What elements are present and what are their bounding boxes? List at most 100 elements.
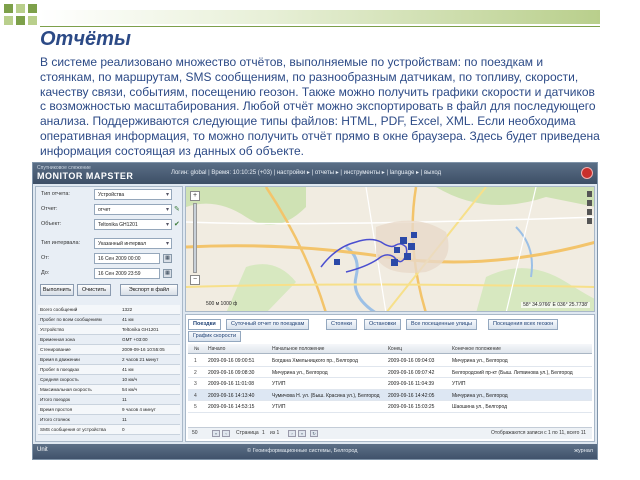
form-row-report-type: Тип отчета: Устройства xyxy=(36,189,182,202)
summary-key: Стенирование xyxy=(40,347,71,352)
page-size[interactable]: 50 xyxy=(192,430,198,436)
interval-type-select[interactable]: Указанный интервал xyxy=(94,238,172,249)
decor-square xyxy=(16,16,25,25)
table-cell: Мичурина ул., Белгород xyxy=(452,358,508,364)
table-cell: 2009-09-16 09:04:03 xyxy=(388,358,435,364)
summary-row: Максимальная скорость 54 км/ч xyxy=(38,385,180,395)
power-icon[interactable] xyxy=(581,167,593,179)
report-results: Поездки Суточный отчет по поездкам Стоян… xyxy=(185,314,595,442)
decor-square xyxy=(28,4,37,13)
report-type-label: Тип отчета: xyxy=(41,191,70,197)
table-row[interactable]: 2 2009-09-16 09:08:30 Мичурина ул., Белгор… xyxy=(188,367,592,378)
table-cell: 1 xyxy=(194,358,197,364)
table-cell: 2 xyxy=(194,369,197,376)
tab-trips[interactable]: Поездки xyxy=(188,319,221,330)
last-page-icon[interactable]: » xyxy=(298,430,306,437)
to-date-input[interactable]: 16 Сен 2009 23:59 xyxy=(94,268,160,279)
summary-row: Устройство Teltonika GH1201 xyxy=(38,325,180,335)
table-row[interactable]: 5 2009-09-16 14:53:15 УТИП 2009-09-16 15:03… xyxy=(188,401,592,413)
summary-row: Всего сообщений 1322 xyxy=(38,305,180,315)
check-icon[interactable]: ✔ xyxy=(174,220,180,228)
refresh-icon[interactable]: ↻ xyxy=(310,430,318,437)
tab-geozone-visits[interactable]: Посещения всех геозон xyxy=(488,319,559,330)
page-input[interactable]: 1 xyxy=(262,430,265,436)
edit-icon[interactable]: ✎ xyxy=(174,205,180,213)
summary-key: Устройство xyxy=(40,327,65,332)
zoom-in-button[interactable]: + xyxy=(190,191,200,201)
form-row-from: От: 16 Сен 2009 00:00 ▦ xyxy=(36,253,182,266)
summary-value: 41 км xyxy=(122,317,134,322)
table-row[interactable]: 4 2009-09-16 14:13:40 Чумичова Н. ул. (Быш… xyxy=(188,389,592,401)
table-cell: 2009-09-16 14:42:05 xyxy=(388,392,435,399)
summary-key: Максимальная скорость xyxy=(40,387,92,392)
report-form-panel: Тип отчета: Устройства Отчет: отчет ✎ Об… xyxy=(35,186,183,442)
summary-value: 41 км xyxy=(122,367,134,372)
map-view[interactable]: + − 500 м 1000 ф 58° 34.9766' E 036° 25.… xyxy=(185,186,595,312)
report-label: Отчет: xyxy=(41,206,58,212)
table-cell: 2009-09-16 15:03:25 xyxy=(388,404,435,410)
calendar-icon[interactable]: ▦ xyxy=(163,254,172,263)
tab-stops[interactable]: Остановки xyxy=(364,319,402,330)
clear-button[interactable]: Очистить xyxy=(77,284,111,296)
summary-value: 1322 xyxy=(122,307,133,312)
zoom-out-button[interactable]: − xyxy=(190,275,200,285)
summary-value: 11 xyxy=(122,397,127,402)
map-tool-icon[interactable] xyxy=(587,191,592,197)
summary-key: Итого поездок xyxy=(40,397,71,402)
col-start[interactable]: Начало xyxy=(208,346,225,352)
table-row[interactable]: 1 2009-09-16 09:00:51 Богдана Хмельницкого… xyxy=(188,355,592,367)
tab-speed-chart[interactable]: График скорости xyxy=(188,331,242,342)
table-cell: 2009-09-16 09:08:30 xyxy=(208,369,255,376)
table-row[interactable]: 3 2009-09-16 11:01:08 УТИП 2009-09-16 11:04… xyxy=(188,378,592,390)
table-cell: УТИП xyxy=(452,381,466,387)
execute-button[interactable]: Выполнить xyxy=(40,284,74,296)
tab-parkings[interactable]: Стоянки xyxy=(326,319,357,330)
table-pager: 50 « ‹ Страница 1 из 1 › » ↻ Отображаютс… xyxy=(188,427,592,439)
unit-label[interactable]: Unit xyxy=(37,447,48,453)
export-button[interactable]: Экспорт в файл xyxy=(120,284,178,296)
prev-page-icon[interactable]: ‹ xyxy=(222,430,230,437)
from-date-input[interactable]: 16 Сен 2009 00:00 xyxy=(94,253,160,264)
decor-square xyxy=(16,4,25,13)
summary-row: Пробег в поездках 41 км xyxy=(38,365,180,375)
slide-title: Отчёты xyxy=(40,28,131,50)
interval-type-label: Тип интервала: xyxy=(41,240,81,246)
top-navigation[interactable]: Логин: global | Время: 10:10:25 (+03) | … xyxy=(171,169,441,176)
from-label: От: xyxy=(41,255,50,261)
summary-key: Средняя скорость xyxy=(40,377,79,382)
table-cell: 3 xyxy=(194,381,197,387)
first-page-icon[interactable]: « xyxy=(212,430,220,437)
table-cell: 2009-09-16 11:01:08 xyxy=(208,381,255,387)
log-link[interactable]: журнал xyxy=(574,448,593,454)
table-cell: 2009-09-16 11:04:39 xyxy=(388,381,435,387)
slide-paragraph: В системе реализовано множество отчётов,… xyxy=(40,55,600,158)
map-coordinates: 58° 34.9766' E 036° 25.7738' xyxy=(521,302,590,308)
report-type-select[interactable]: Устройства xyxy=(94,189,172,200)
report-summary-table: Всего сообщений 1322 Пробег по всем сообще… xyxy=(38,305,180,435)
table-body: 1 2009-09-16 09:00:51 Богдана Хмельницкого… xyxy=(188,355,592,413)
summary-row: Время в движении 2 часов 21 минут xyxy=(38,355,180,365)
col-start-position[interactable]: Начальное положение xyxy=(272,346,324,352)
logo-name: MONITOR MAPSTER xyxy=(37,171,134,181)
decor-line xyxy=(40,26,600,27)
app-header: Спутниковое слежение MONITOR MAPSTER Лог… xyxy=(33,163,597,184)
table-cell: 4 xyxy=(194,392,197,399)
map-tool-icon[interactable] xyxy=(587,209,592,215)
map-tool-icon[interactable] xyxy=(587,218,592,224)
tab-visited-streets[interactable]: Все посещенные улицы xyxy=(406,319,478,330)
table-cell: Чумичова Н. ул. (Быш. Красина ул.), Белг… xyxy=(272,392,380,399)
zoom-slider[interactable] xyxy=(193,203,197,273)
col-number[interactable]: № xyxy=(194,346,199,352)
report-select[interactable]: отчет xyxy=(94,204,172,215)
calendar-icon[interactable]: ▦ xyxy=(163,269,172,278)
summary-row: SMS сообщения от устройства 0 xyxy=(38,425,180,435)
tab-daily-trips[interactable]: Суточный отчет по поездкам xyxy=(226,319,310,330)
map-tool-icon[interactable] xyxy=(587,200,592,206)
col-end[interactable]: Конец xyxy=(388,346,402,352)
object-select[interactable]: Teltonika GH1201 xyxy=(94,219,172,230)
form-row-interval-type: Тип интервала: Указанный интервал xyxy=(36,238,182,251)
summary-value: 54 км/ч xyxy=(122,387,138,392)
col-end-position[interactable]: Конечное положение xyxy=(452,346,501,352)
table-cell: 2009-09-16 14:53:15 xyxy=(208,404,255,410)
next-page-icon[interactable]: › xyxy=(288,430,296,437)
